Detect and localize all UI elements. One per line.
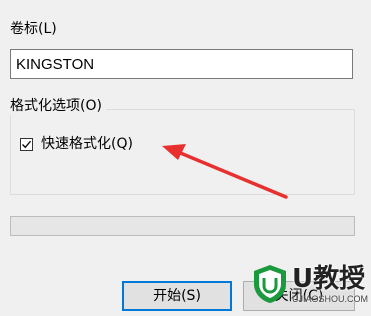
format-options-legend: 格式化选项(O) xyxy=(10,97,106,115)
checkmark-icon xyxy=(22,140,32,148)
volume-label-caption: 卷标(L) xyxy=(10,21,57,37)
quick-format-checkbox[interactable] xyxy=(20,137,33,151)
volume-label-input[interactable] xyxy=(10,49,353,79)
quick-format-option[interactable]: 快速格式化(Q) xyxy=(20,135,133,153)
format-progress-bar xyxy=(10,216,355,236)
start-button[interactable]: 开始(S) xyxy=(122,281,232,311)
close-button[interactable]: 关闭(C) xyxy=(243,281,355,311)
quick-format-label: 快速格式化(Q) xyxy=(41,136,133,152)
